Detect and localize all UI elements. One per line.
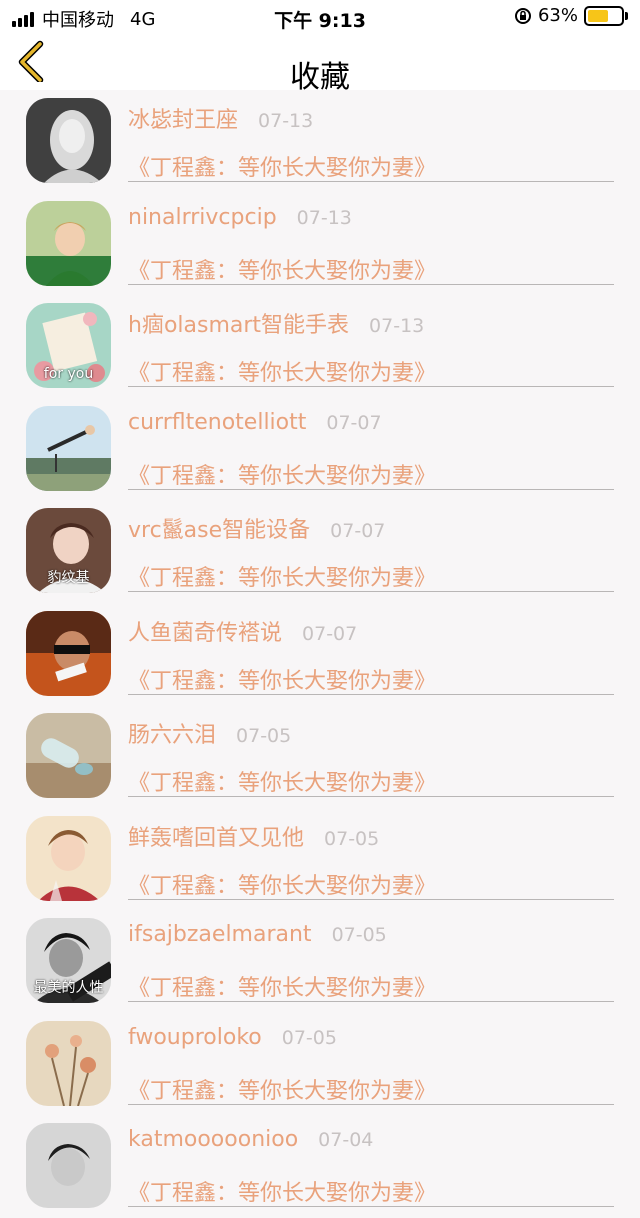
battery-percent: 63% [537,5,578,26]
item-date: 07-13 [258,110,314,132]
story-title[interactable]: 《丁程鑫：等你长大娶你为妻》 [128,355,436,387]
avatar[interactable] [26,200,111,286]
avatar[interactable]: 最美的人性 [26,918,111,1003]
author-name[interactable]: h痼olasmart智能手表 [128,307,349,339]
favorite-item[interactable]: fwouproloko 07-05 《丁程鑫：等你长大娶你为妻》 [0,1013,640,1116]
favorite-item[interactable]: ninalrrivcpcip 07-13 《丁程鑫：等你长大娶你为妻》 [0,193,640,296]
item-date: 07-07 [326,411,382,434]
divider [128,488,614,490]
rotation-lock-icon [514,7,531,24]
divider [128,693,614,695]
story-title[interactable]: 《丁程鑫：等你长大娶你为妻》 [128,765,436,797]
favorites-list: 冰毖封王座 07-13 《丁程鑫：等你长大娶你为妻》 ninalrrivcpcip 07… [0,90,640,1218]
avatar[interactable] [26,713,111,798]
battery-fill [588,9,609,22]
author-name[interactable]: 鲜轰嗜回首又见他 [128,820,304,852]
item-header: currfltenotelliott 07-07 [128,410,382,435]
divider [128,796,614,797]
avatar-caption: for you [43,366,94,382]
author-name[interactable]: ifsajbzaelmarant [128,922,312,947]
divider [128,181,614,182]
item-date: 07-13 [369,315,425,337]
story-title[interactable]: 《丁程鑫：等你长大娶你为妻》 [128,1073,436,1105]
author-name[interactable]: currfltenotelliott [128,410,306,435]
favorite-item[interactable]: 最美的人性 ifsajbzaelmarant 07-05 《丁程鑫：等你长大娶你为妻》 [0,910,640,1013]
story-title[interactable]: 《丁程鑫：等你长大娶你为妻》 [128,970,436,1002]
favorite-item[interactable]: 豹纹基 vrc鬣ase智能设备 07-07 《丁程鑫：等你长大娶你为妻》 [0,500,640,603]
author-name[interactable]: ninalrrivcpcip [128,205,277,230]
avatar-caption: 豹纹基 [47,570,90,586]
avatar[interactable] [26,405,111,491]
divider [128,386,614,387]
story-title[interactable]: 《丁程鑫：等你长大娶你为妻》 [128,560,436,592]
story-title[interactable]: 《丁程鑫：等你长大娶你为妻》 [128,150,436,182]
item-header: ifsajbzaelmarant 07-05 [128,922,387,947]
author-name[interactable]: vrc鬣ase智能设备 [128,512,310,544]
avatar[interactable] [26,1020,111,1106]
author-name[interactable]: 人鱼菌奇传褡说 [128,615,282,647]
favorite-item[interactable]: 肠六六泪 07-05 《丁程鑫：等你长大娶你为妻》 [0,705,640,808]
item-header: 冰毖封王座 07-13 [128,102,313,134]
avatar[interactable]: 豹纹基 [26,508,111,593]
divider [128,1001,614,1002]
item-header: fwouproloko 07-05 [128,1025,337,1050]
avatar[interactable] [26,610,111,696]
item-date: 07-05 [324,827,380,850]
author-name[interactable]: 肠六六泪 [128,717,216,749]
story-title[interactable]: 《丁程鑫：等你长大娶你为妻》 [128,663,436,695]
item-header: katmooooonioo 07-04 [128,1127,373,1152]
status-bar: 中国移动 4G 下午 9:13 63% [0,0,640,34]
item-header: vrc鬣ase智能设备 07-07 [128,512,385,544]
favorite-item[interactable]: for you h痼olasmart智能手表 07-13 《丁程鑫：等你长大娶你为妻》 [0,295,640,398]
item-date: 07-07 [330,520,386,542]
story-title[interactable]: 《丁程鑫：等你长大娶你为妻》 [128,253,436,285]
item-date: 07-05 [236,725,292,747]
favorite-item[interactable]: 鲜轰嗜回首又见他 07-05 《丁程鑫：等你长大娶你为妻》 [0,808,640,911]
story-title[interactable]: 《丁程鑫：等你长大娶你为妻》 [128,458,436,490]
author-name[interactable]: 冰毖封王座 [128,102,238,134]
item-date: 07-04 [318,1129,374,1151]
item-header: 人鱼菌奇传褡说 07-07 [128,615,357,647]
item-date: 07-05 [281,1026,337,1049]
item-header: h痼olasmart智能手表 07-13 [128,307,424,339]
avatar[interactable]: for you [26,303,111,388]
status-right: 63% [514,5,628,26]
favorite-item[interactable]: currfltenotelliott 07-07 《丁程鑫：等你长大娶你为妻》 [0,398,640,501]
item-date: 07-13 [296,206,352,229]
divider [128,283,614,285]
item-header: 肠六六泪 07-05 [128,717,291,749]
battery-icon [584,5,624,26]
author-name[interactable]: fwouproloko [128,1025,262,1050]
divider [128,1103,614,1105]
avatar[interactable] [26,1123,111,1208]
item-header: ninalrrivcpcip 07-13 [128,205,352,230]
divider [128,591,614,592]
story-title[interactable]: 《丁程鑫：等你长大娶你为妻》 [128,868,436,900]
story-title[interactable]: 《丁程鑫：等你长大娶你为妻》 [128,1175,436,1207]
divider [128,898,614,900]
author-name[interactable]: katmooooonioo [128,1127,298,1152]
avatar[interactable] [26,98,111,183]
item-date: 07-05 [331,924,387,946]
avatar-caption: 最美的人性 [33,980,104,996]
favorite-item[interactable]: katmooooonioo 07-04 《丁程鑫：等你长大娶你为妻》 [0,1115,640,1218]
nav-bar: 收藏 [0,34,640,95]
favorite-item[interactable]: 冰毖封王座 07-13 《丁程鑫：等你长大娶你为妻》 [0,90,640,193]
avatar[interactable] [26,815,111,901]
divider [128,1206,614,1207]
item-date: 07-07 [302,622,358,645]
battery-tip [625,11,628,20]
favorite-item[interactable]: 人鱼菌奇传褡说 07-07 《丁程鑫：等你长大娶你为妻》 [0,603,640,706]
item-header: 鲜轰嗜回首又见他 07-05 [128,820,379,852]
